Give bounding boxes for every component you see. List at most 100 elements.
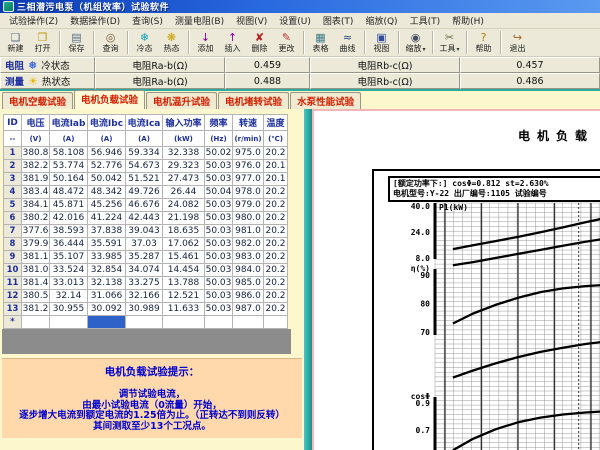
data-cell[interactable]: 379.9 <box>22 238 50 251</box>
menu-item[interactable]: 设置(U) <box>273 13 317 28</box>
data-cell[interactable]: 53.774 <box>50 160 88 173</box>
toolbar-new-file-button[interactable]: ❏新建 <box>2 30 29 56</box>
toolbar-cold-state-button[interactable]: ❄冷态 <box>131 30 158 56</box>
data-cell[interactable]: 977.0 <box>233 173 264 186</box>
data-cell[interactable]: 50.03 <box>205 290 233 303</box>
data-cell[interactable]: 35.107 <box>50 251 88 264</box>
data-cell[interactable]: 20.2 <box>264 264 288 277</box>
menu-item[interactable]: 工具(T) <box>404 13 447 28</box>
toolbar-save-floppy-button[interactable]: ▤保存 <box>63 30 90 56</box>
data-cell[interactable]: 50.03 <box>205 303 233 316</box>
row-id-cell[interactable]: 2 <box>4 160 22 173</box>
data-cell[interactable]: 985.0 <box>233 277 264 290</box>
empty-cell[interactable] <box>126 316 163 329</box>
data-cell[interactable]: 48.342 <box>88 186 126 199</box>
data-cell[interactable]: 31.066 <box>88 290 126 303</box>
data-cell[interactable]: 59.334 <box>126 147 163 160</box>
data-cell[interactable]: 45.256 <box>88 199 126 212</box>
data-cell[interactable]: 975.0 <box>233 147 264 160</box>
row-id-cell[interactable]: 3 <box>4 173 22 186</box>
toolbar-delete-row-button[interactable]: ✘删除 <box>246 30 273 56</box>
data-cell[interactable]: 980.0 <box>233 212 264 225</box>
row-id-cell[interactable]: 9 <box>4 251 22 264</box>
toolbar-open-folder-button[interactable]: ❒打开 <box>29 30 56 56</box>
row-id-cell[interactable]: 8 <box>4 238 22 251</box>
toolbar-edit-pencil-button[interactable]: ✎更改 <box>273 30 300 56</box>
data-cell[interactable]: 30.989 <box>126 303 163 316</box>
empty-cell[interactable] <box>233 316 264 329</box>
menu-item[interactable]: 缩放(Q) <box>359 13 403 28</box>
empty-cell[interactable] <box>50 316 88 329</box>
row-id-cell[interactable]: 1 <box>4 147 22 160</box>
data-cell[interactable]: 20.2 <box>264 303 288 316</box>
empty-cell[interactable] <box>163 316 205 329</box>
data-cell[interactable]: 26.44 <box>163 186 205 199</box>
data-cell[interactable]: 383.4 <box>22 186 50 199</box>
row-id-cell[interactable]: 7 <box>4 225 22 238</box>
data-cell[interactable]: 984.0 <box>233 264 264 277</box>
data-cell[interactable]: 20.2 <box>264 199 288 212</box>
toolbar-zoom-button[interactable]: ◉缩放▾ <box>402 30 429 56</box>
data-cell[interactable]: 976.0 <box>233 160 264 173</box>
state-button[interactable]: 冷状态 <box>41 58 70 72</box>
data-cell[interactable]: 50.03 <box>205 251 233 264</box>
new-row-marker-cell[interactable]: * <box>4 316 22 329</box>
data-cell[interactable]: 32.14 <box>50 290 88 303</box>
toolbar-curve-button[interactable]: ≈曲线 <box>334 30 361 56</box>
row-id-cell[interactable]: 4 <box>4 186 22 199</box>
data-cell[interactable]: 50.03 <box>205 264 233 277</box>
data-cell[interactable]: 50.03 <box>205 212 233 225</box>
data-cell[interactable]: 979.0 <box>233 199 264 212</box>
data-cell[interactable]: 381.9 <box>22 173 50 186</box>
data-cell[interactable]: 18.635 <box>163 225 205 238</box>
data-cell[interactable]: 380.8 <box>22 147 50 160</box>
data-cell[interactable]: 58.108 <box>50 147 88 160</box>
menu-item[interactable]: 查询(S) <box>126 13 169 28</box>
data-cell[interactable]: 54.673 <box>126 160 163 173</box>
data-cell[interactable]: 30.955 <box>50 303 88 316</box>
data-cell[interactable]: 380.5 <box>22 290 50 303</box>
data-cell[interactable]: 20.2 <box>264 225 288 238</box>
toolbar-exit-button[interactable]: ↪退出 <box>504 30 531 56</box>
tab-电机空载试验[interactable]: 电机空载试验 <box>2 92 73 109</box>
data-cell[interactable]: 380.2 <box>22 212 50 225</box>
toolbar-help-button[interactable]: ?帮助 <box>470 30 497 56</box>
data-cell[interactable]: 42.443 <box>126 212 163 225</box>
data-cell[interactable]: 981.0 <box>233 225 264 238</box>
data-cell[interactable]: 14.454 <box>163 264 205 277</box>
data-cell[interactable]: 983.0 <box>233 251 264 264</box>
chevron-down-icon[interactable]: ▾ <box>422 46 425 53</box>
data-cell[interactable]: 15.461 <box>163 251 205 264</box>
chevron-down-icon[interactable]: ▾ <box>456 46 459 53</box>
data-cell[interactable]: 36.444 <box>50 238 88 251</box>
data-cell[interactable]: 11.633 <box>163 303 205 316</box>
data-cell[interactable]: 381.4 <box>22 277 50 290</box>
data-cell[interactable]: 20.1 <box>264 173 288 186</box>
data-cell[interactable]: 35.591 <box>88 238 126 251</box>
row-id-cell[interactable]: 11 <box>4 277 22 290</box>
data-cell[interactable]: 978.0 <box>233 186 264 199</box>
data-cell[interactable]: 381.0 <box>22 264 50 277</box>
empty-cell[interactable] <box>264 316 288 329</box>
data-cell[interactable]: 50.02 <box>205 147 233 160</box>
empty-cell[interactable] <box>22 316 50 329</box>
tab-电机负载试验[interactable]: 电机负载试验 <box>74 90 145 109</box>
menu-item[interactable]: 图表(T) <box>317 13 360 28</box>
row-id-cell[interactable]: 12 <box>4 290 22 303</box>
toolbar-hot-state-button[interactable]: ❋热态 <box>158 30 185 56</box>
menu-item[interactable]: 测量电阻(B) <box>169 13 230 28</box>
row-id-cell[interactable]: 6 <box>4 212 22 225</box>
data-cell[interactable]: 12.521 <box>163 290 205 303</box>
data-cell[interactable]: 33.985 <box>88 251 126 264</box>
data-cell[interactable]: 982.0 <box>233 238 264 251</box>
data-cell[interactable]: 42.016 <box>50 212 88 225</box>
data-cell[interactable]: 50.03 <box>205 199 233 212</box>
data-cell[interactable]: 39.043 <box>126 225 163 238</box>
data-cell[interactable]: 17.062 <box>163 238 205 251</box>
menu-item[interactable]: 试验操作(Z) <box>3 13 64 28</box>
data-cell[interactable]: 382.2 <box>22 160 50 173</box>
data-cell[interactable]: 20.2 <box>264 251 288 264</box>
data-cell[interactable]: 20.2 <box>264 277 288 290</box>
data-cell[interactable]: 50.04 <box>205 186 233 199</box>
data-cell[interactable]: 32.854 <box>88 264 126 277</box>
